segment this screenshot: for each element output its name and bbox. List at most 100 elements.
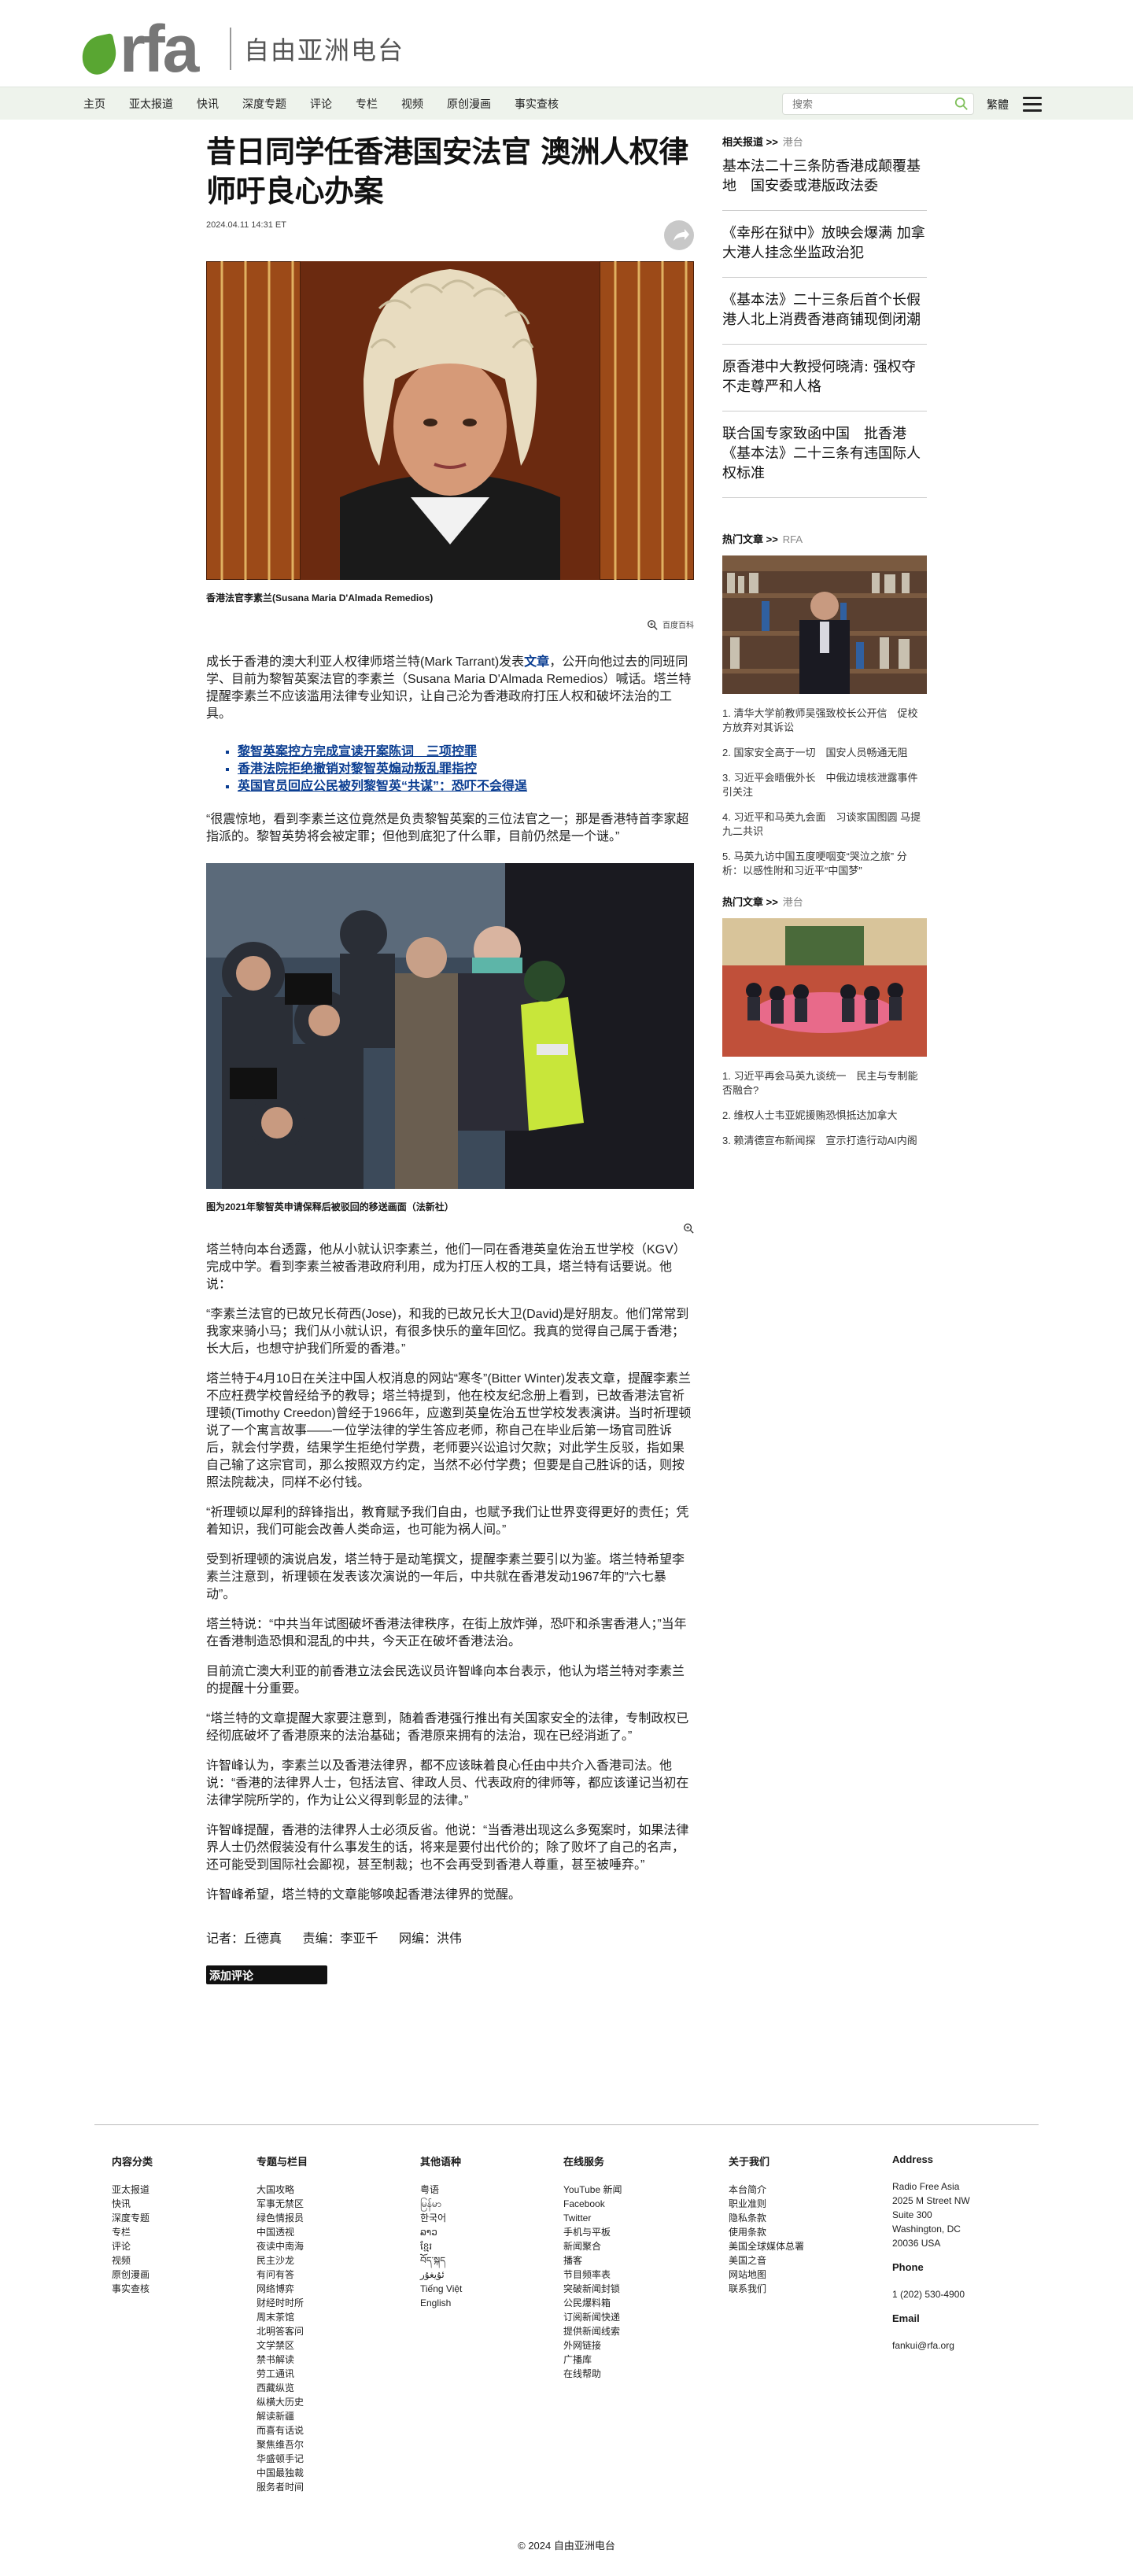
nav-item[interactable]: 专栏 bbox=[356, 96, 378, 112]
footer-link[interactable]: 而喜有话说 bbox=[256, 2423, 308, 2438]
footer-link[interactable]: 美国全球媒体总署 bbox=[729, 2239, 804, 2253]
footer-link[interactable]: 周末茶馆 bbox=[256, 2310, 308, 2324]
nav-item[interactable]: 原创漫画 bbox=[447, 96, 491, 112]
footer-link[interactable]: 隐私条款 bbox=[729, 2211, 804, 2225]
footer-link[interactable]: 新闻聚合 bbox=[563, 2239, 622, 2253]
footer-link[interactable]: 在线帮助 bbox=[563, 2367, 622, 2381]
footer-link[interactable]: 节目频率表 bbox=[563, 2268, 622, 2282]
zoom-in-icon[interactable] bbox=[683, 1223, 694, 1234]
footer-link[interactable]: 文学禁区 bbox=[256, 2338, 308, 2353]
footer-link[interactable]: 民主沙龙 bbox=[256, 2253, 308, 2268]
nav-item[interactable]: 事实查核 bbox=[515, 96, 559, 112]
footer-language-link[interactable]: ລາວ bbox=[420, 2225, 462, 2239]
hamburger-menu-icon[interactable] bbox=[1023, 97, 1042, 113]
footer-link[interactable]: 评论 bbox=[112, 2239, 153, 2253]
footer-link[interactable]: 财经时时所 bbox=[256, 2296, 308, 2310]
nav-item[interactable]: 主页 bbox=[83, 96, 105, 112]
footer-language-link[interactable]: 粤语 bbox=[420, 2183, 462, 2197]
footer-link[interactable]: 网站地图 bbox=[729, 2268, 804, 2282]
hot-article-link[interactable]: 3. 习近平会晤俄外长 中俄边境核泄露事件引关注 bbox=[722, 771, 927, 799]
footer-language-link[interactable]: ئۇيغۇر bbox=[420, 2268, 462, 2282]
hot-articles-header[interactable]: 热门文章 >> RFA bbox=[722, 531, 927, 546]
footer-link[interactable]: 北明答客问 bbox=[256, 2324, 308, 2338]
sidebar-related-link[interactable]: 原香港中大教授何晓清: 强权夺不走尊严和人格 bbox=[722, 345, 927, 411]
footer-link[interactable]: 突破新闻封锁 bbox=[563, 2282, 622, 2296]
hot-article-link[interactable]: 2. 国家安全高于一切 国安人员畅通无阻 bbox=[722, 746, 927, 760]
sidebar-related-link[interactable]: 联合国专家致函中国 批香港《基本法》二十三条有违国际人权标准 bbox=[722, 411, 927, 498]
related-reports-header[interactable]: 相关报道 >> 港台 bbox=[722, 134, 927, 149]
footer-link[interactable]: 本台简介 bbox=[729, 2183, 804, 2197]
related-link[interactable]: 英国官员回应公民被列黎智英“共谋”：恐吓不会得逞 bbox=[238, 778, 694, 795]
footer-link[interactable]: 提供新闻线索 bbox=[563, 2324, 622, 2338]
footer-link[interactable]: 中国透视 bbox=[256, 2225, 308, 2239]
footer-language-link[interactable]: မြန်မာ bbox=[420, 2197, 462, 2211]
hot-article-thumbnail[interactable] bbox=[722, 918, 927, 1057]
footer-link[interactable]: 网络博弈 bbox=[256, 2282, 308, 2296]
nav-item[interactable]: 快讯 bbox=[197, 96, 219, 112]
footer-link[interactable]: 原创漫画 bbox=[112, 2268, 153, 2282]
footer-link[interactable]: 华盛顿手记 bbox=[256, 2452, 308, 2466]
nav-item[interactable]: 评论 bbox=[310, 96, 332, 112]
footer-link[interactable]: 聚焦维吾尔 bbox=[256, 2438, 308, 2452]
hot-article-thumbnail[interactable] bbox=[722, 555, 927, 694]
footer-link[interactable]: 事实查核 bbox=[112, 2282, 153, 2296]
nav-item[interactable]: 深度专题 bbox=[242, 96, 286, 112]
hot-article-link[interactable]: 2. 维权人士韦亚妮援贿恐惧抵达加拿大 bbox=[722, 1109, 927, 1123]
rfa-logo[interactable]: rfa 自由亚洲电台 bbox=[78, 16, 404, 82]
footer-link[interactable]: 中国最独裁 bbox=[256, 2466, 308, 2480]
share-icon[interactable] bbox=[664, 220, 694, 250]
hot-article-link[interactable]: 1. 清华大学前教师吴强致校长公开信 促校方放弃对其诉讼 bbox=[722, 707, 927, 735]
footer-link[interactable]: 快讯 bbox=[112, 2197, 153, 2211]
footer-link[interactable]: 职业准则 bbox=[729, 2197, 804, 2211]
footer-language-link[interactable]: ខ្មែរ bbox=[420, 2239, 462, 2253]
footer-link[interactable]: 深度专题 bbox=[112, 2211, 153, 2225]
footer-link[interactable]: 美国之音 bbox=[729, 2253, 804, 2268]
footer-link[interactable]: 服务者时间 bbox=[256, 2480, 308, 2494]
footer-link[interactable]: 纵横大历史 bbox=[256, 2395, 308, 2409]
footer-link[interactable]: 夜读中南海 bbox=[256, 2239, 308, 2253]
nav-item[interactable]: 亚太报道 bbox=[129, 96, 173, 112]
footer-link[interactable]: 劳工通讯 bbox=[256, 2367, 308, 2381]
footer-link[interactable]: 有问有答 bbox=[256, 2268, 308, 2282]
article-inline-link[interactable]: 文章 bbox=[524, 655, 549, 669]
language-switch[interactable]: 繁體 bbox=[987, 97, 1009, 113]
email-address[interactable]: fankui@rfa.org bbox=[892, 2338, 970, 2353]
footer-link[interactable]: 解读新疆 bbox=[256, 2409, 308, 2423]
footer-link[interactable]: 西藏纵览 bbox=[256, 2381, 308, 2395]
footer-link[interactable]: 手机与平板 bbox=[563, 2225, 622, 2239]
search-input[interactable] bbox=[792, 98, 950, 110]
footer-link[interactable]: 军事无禁区 bbox=[256, 2197, 308, 2211]
footer-link[interactable]: 播客 bbox=[563, 2253, 622, 2268]
related-link[interactable]: 黎智英案控方完成宣读开案陈词 三项控罪 bbox=[238, 744, 694, 761]
nav-item[interactable]: 视频 bbox=[401, 96, 423, 112]
hot-article-link[interactable]: 5. 马英九访中国五度哽咽变“哭泣之旅” 分析：以感性附和习近平“中国梦” bbox=[722, 850, 927, 878]
footer-link[interactable]: 绿色情报员 bbox=[256, 2211, 308, 2225]
footer-link[interactable]: 订阅新闻快递 bbox=[563, 2310, 622, 2324]
footer-link[interactable]: 联系我们 bbox=[729, 2282, 804, 2296]
hot-articles-header-2[interactable]: 热门文章 >> 港台 bbox=[722, 894, 927, 909]
footer-link[interactable]: 亚太报道 bbox=[112, 2183, 153, 2197]
phone-number[interactable]: 1 (202) 530-4900 bbox=[892, 2287, 970, 2301]
hot-article-link[interactable]: 3. 赖清德宣布新闻探 宣示打造行动AI内阁 bbox=[722, 1134, 927, 1148]
footer-language-link[interactable]: Tiếng Việt bbox=[420, 2282, 462, 2296]
add-comment-button[interactable]: 添加评论 bbox=[206, 1965, 327, 1984]
hot-article-link[interactable]: 1. 习近平再会马英九谈统一 民主与专制能否融合? bbox=[722, 1069, 927, 1098]
related-link[interactable]: 香港法院拒绝撤销对黎智英煽动叛乱罪指控 bbox=[238, 761, 694, 778]
footer-link[interactable]: 公民爆料箱 bbox=[563, 2296, 622, 2310]
footer-link[interactable]: 使用条款 bbox=[729, 2225, 804, 2239]
footer-link[interactable]: 外网链接 bbox=[563, 2338, 622, 2353]
sidebar-related-link[interactable]: 《基本法》二十三条后首个长假 港人北上消费香港商铺现倒闭潮 bbox=[722, 278, 935, 345]
hot-article-link[interactable]: 4. 习近平和马英九会面 习谈家国图圆 马提九二共识 bbox=[722, 810, 927, 839]
footer-link[interactable]: 禁书解读 bbox=[256, 2353, 308, 2367]
sidebar-related-link[interactable]: 基本法二十三条防香港成颠覆基地 国安委或港版政法委 bbox=[722, 149, 927, 211]
footer-link[interactable]: Facebook bbox=[563, 2197, 622, 2211]
footer-link[interactable]: 广播库 bbox=[563, 2353, 622, 2367]
footer-link[interactable]: 专栏 bbox=[112, 2225, 153, 2239]
zoom-in-icon[interactable] bbox=[647, 619, 658, 630]
footer-link[interactable]: 大国攻略 bbox=[256, 2183, 308, 2197]
footer-language-link[interactable]: English bbox=[420, 2296, 462, 2310]
search-icon[interactable] bbox=[954, 97, 969, 111]
footer-language-link[interactable]: 한국어 bbox=[420, 2211, 462, 2225]
footer-link[interactable]: YouTube 新闻 bbox=[563, 2183, 622, 2197]
sidebar-related-link[interactable]: 《幸彤在狱中》放映会爆满 加拿大港人挂念坐监政治犯 bbox=[722, 211, 927, 278]
